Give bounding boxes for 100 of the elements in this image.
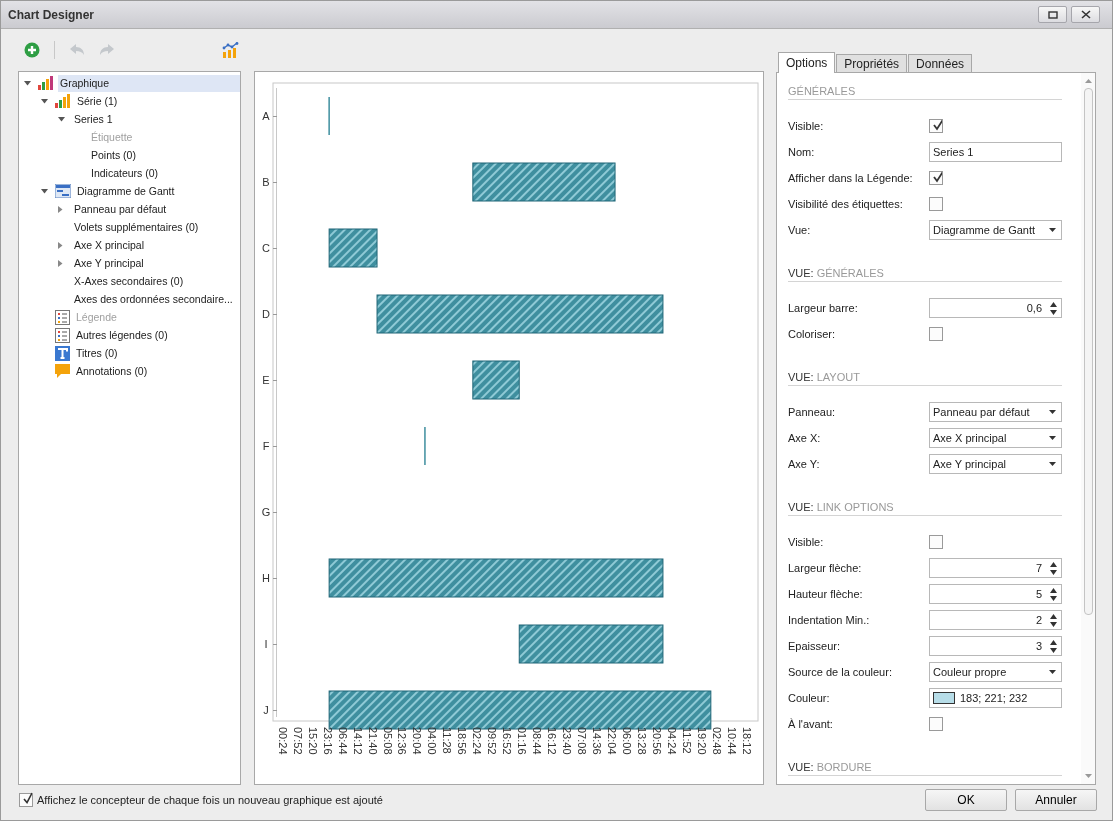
axis-tick-label: 21:40 [366,727,379,755]
name-field[interactable]: Series 1 [929,142,1062,162]
bar-chart-icon [38,76,54,90]
dropdown[interactable]: Diagramme de Gantt [929,220,1062,240]
scrollbar[interactable] [1081,73,1095,784]
dropdown[interactable]: Panneau par défaut [929,402,1062,422]
tab[interactable]: Données [908,54,973,72]
color-field[interactable]: 183; 221; 232 [929,688,1062,708]
axis-tick-label: 16:12 [546,727,559,755]
field-label: Source de la couleur: [788,666,893,678]
expand-arrow-icon[interactable] [58,241,63,249]
axis-tick-label: 16:52 [501,727,514,755]
field-label: À l'avant: [788,718,834,730]
tree-item[interactable]: Volets supplémentaires (0) [72,218,201,236]
axis-tick-label: 11:52 [680,727,693,754]
tree-item[interactable]: Graphique [58,74,240,92]
tree-item[interactable]: Axe Y principal [72,254,146,272]
axis-tick-label: 13:28 [636,727,648,755]
tree-item[interactable]: Axe X principal [72,236,147,254]
axis-tick-label: 09:52 [486,727,499,755]
tree-item[interactable]: Axes des ordonnées secondaire... [72,290,235,308]
maximize-button[interactable] [1038,6,1067,23]
spin-field[interactable]: 5 [929,584,1062,604]
dropdown[interactable]: Couleur propre [929,662,1062,682]
collapse-arrow-icon[interactable] [24,80,31,86]
tree-item[interactable]: Titres (0) [74,344,120,362]
tab[interactable]: Propriétés [836,54,908,72]
dropdown[interactable]: Axe X principal [929,428,1062,448]
close-icon [1080,10,1091,19]
spin-field[interactable]: 0,6 [929,298,1062,318]
dropdown-arrow-icon [1049,436,1056,440]
axis-tick-label: 22:04 [606,727,619,755]
section-prefix: VUE: [788,267,814,279]
axis-tick-label: 00:24 [276,727,289,755]
axis-tick-label: 05:08 [381,727,394,755]
field-label: Hauteur flèche: [788,588,864,600]
dropdown-arrow-icon [1049,410,1056,414]
checkbox[interactable] [929,327,943,341]
field-label: Coloriser: [788,328,837,340]
speech-bubble-icon [55,364,70,378]
checkbox[interactable] [929,535,943,549]
close-button[interactable] [1071,6,1100,23]
checkbox[interactable] [929,197,943,211]
axis-tick-label: 18:56 [456,727,469,755]
axis-tick-label: 14:36 [591,727,604,755]
axis-tick-label: 18:12 [740,727,753,755]
dialog-button[interactable]: OK [925,789,1007,811]
scroll-down-icon[interactable] [1084,774,1092,778]
expand-arrow-icon[interactable] [58,259,63,267]
section-prefix: VUE: [788,761,814,773]
collapse-arrow-icon[interactable] [58,116,65,122]
chart-icon[interactable] [222,41,239,59]
checkbox[interactable] [929,171,943,185]
tree-item[interactable]: Indicateurs (0) [89,164,161,182]
axis-tick-label: 23:40 [561,727,574,755]
tree-item[interactable]: Series 1 [72,110,115,128]
axis-tick-label: 02:24 [471,727,484,755]
axis-tick-label: 23:16 [321,727,334,755]
collapse-arrow-icon[interactable] [41,98,48,104]
field-label: Epaisseur: [788,640,841,652]
collapse-arrow-icon[interactable] [41,188,48,194]
axis-tick-label: 14:12 [351,727,364,755]
tree-item[interactable]: Autres légendes (0) [74,326,170,344]
axis-tick-label: 10:44 [725,727,738,755]
field-label: Afficher dans la Légende: [788,172,914,184]
axis-tick-label: 06:00 [621,727,633,755]
dialog-button[interactable]: Annuler [1015,789,1097,811]
section-title: LAYOUT [816,371,860,383]
field-label: Couleur: [788,692,831,704]
tree-item[interactable]: Points (0) [89,146,138,164]
checkbox[interactable] [929,717,943,731]
maximize-icon [1047,10,1058,19]
legend-list-icon [55,309,70,325]
axis-tick-label: 06:44 [336,727,349,755]
field-label: Axe X: [788,432,822,444]
scroll-up-icon[interactable] [1084,79,1092,83]
add-icon[interactable] [24,42,40,58]
field-label: Visibilité des étiquettes: [788,198,904,210]
axis-tick-label: 20:56 [650,727,663,755]
section-prefix: VUE: [788,501,814,513]
window-title: Chart Designer [8,7,95,22]
tree-item[interactable]: Diagramme de Gantt [75,182,177,200]
tree-item[interactable]: X-Axes secondaires (0) [72,272,186,290]
axis-tick-label: 12:36 [396,727,409,755]
spin-field[interactable]: 3 [929,636,1062,656]
tree-item[interactable]: Annotations (0) [74,362,150,380]
spin-field[interactable]: 2 [929,610,1062,630]
expand-arrow-icon[interactable] [58,205,63,213]
spin-field[interactable]: 7 [929,558,1062,578]
section-prefix: VUE: [788,371,814,383]
checkbox[interactable] [19,793,33,807]
field-label: Vue: [788,224,812,236]
category-label: D [262,308,270,320]
tree-item[interactable]: Panneau par défaut [72,200,169,218]
dropdown[interactable]: Axe Y principal [929,454,1062,474]
category-label: F [262,440,270,452]
tab[interactable]: Options [778,52,836,73]
checkbox[interactable] [929,119,943,133]
axis-tick-label: 02:48 [710,727,723,755]
tree-item[interactable]: Série (1) [75,92,120,110]
